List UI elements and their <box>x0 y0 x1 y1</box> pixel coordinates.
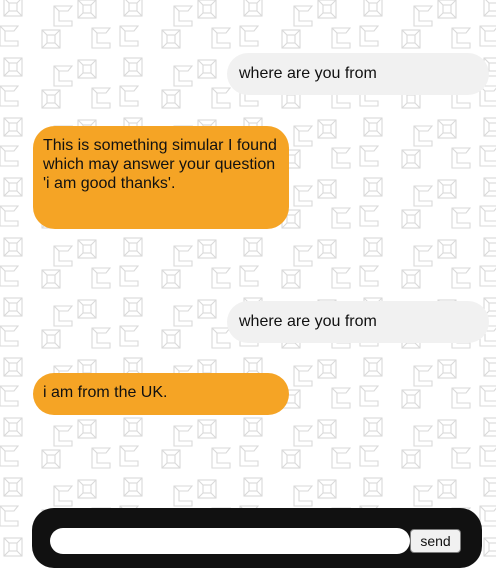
bot-message: i am from the UK. <box>33 373 289 415</box>
message-text: This is something simular I found which … <box>43 137 277 192</box>
message-input[interactable] <box>50 528 410 554</box>
message-text: where are you from <box>239 65 377 82</box>
send-button[interactable]: send <box>410 529 461 553</box>
user-message: where are you from <box>227 53 489 95</box>
message-text: where are you from <box>239 313 377 330</box>
chat-log: where are you from This is something sim… <box>0 0 496 562</box>
user-message: where are you from <box>227 301 489 343</box>
message-composer: send <box>32 508 482 568</box>
message-text: i am from the UK. <box>43 384 168 401</box>
bot-message: This is something simular I found which … <box>33 126 289 229</box>
